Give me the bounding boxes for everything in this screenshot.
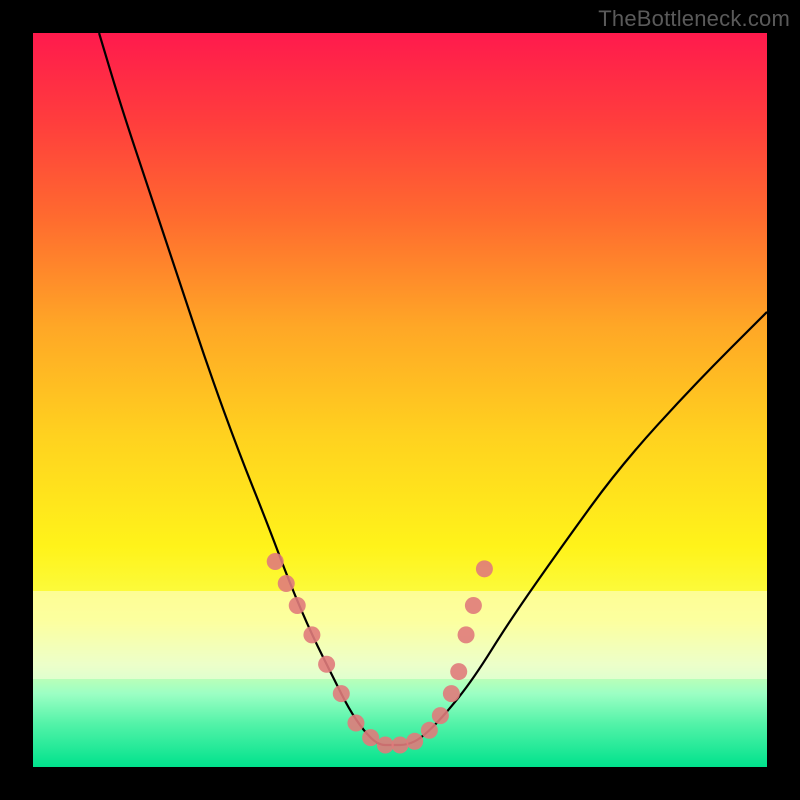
marker-dot bbox=[450, 663, 467, 680]
highlighted-points bbox=[267, 553, 493, 754]
marker-dot bbox=[432, 707, 449, 724]
marker-dot bbox=[303, 626, 320, 643]
marker-dot bbox=[421, 722, 438, 739]
marker-dot bbox=[406, 733, 423, 750]
marker-dot bbox=[392, 736, 409, 753]
marker-dot bbox=[362, 729, 379, 746]
chart-plot-area bbox=[33, 33, 767, 767]
marker-dot bbox=[278, 575, 295, 592]
marker-dot bbox=[465, 597, 482, 614]
chart-svg bbox=[33, 33, 767, 767]
marker-dot bbox=[267, 553, 284, 570]
marker-dot bbox=[443, 685, 460, 702]
bottleneck-curve bbox=[99, 33, 767, 745]
marker-dot bbox=[347, 714, 364, 731]
chart-frame: TheBottleneck.com bbox=[0, 0, 800, 800]
marker-dot bbox=[458, 626, 475, 643]
marker-dot bbox=[377, 736, 394, 753]
marker-dot bbox=[318, 656, 335, 673]
watermark-text: TheBottleneck.com bbox=[598, 6, 790, 32]
marker-dot bbox=[476, 560, 493, 577]
marker-dot bbox=[289, 597, 306, 614]
marker-dot bbox=[333, 685, 350, 702]
